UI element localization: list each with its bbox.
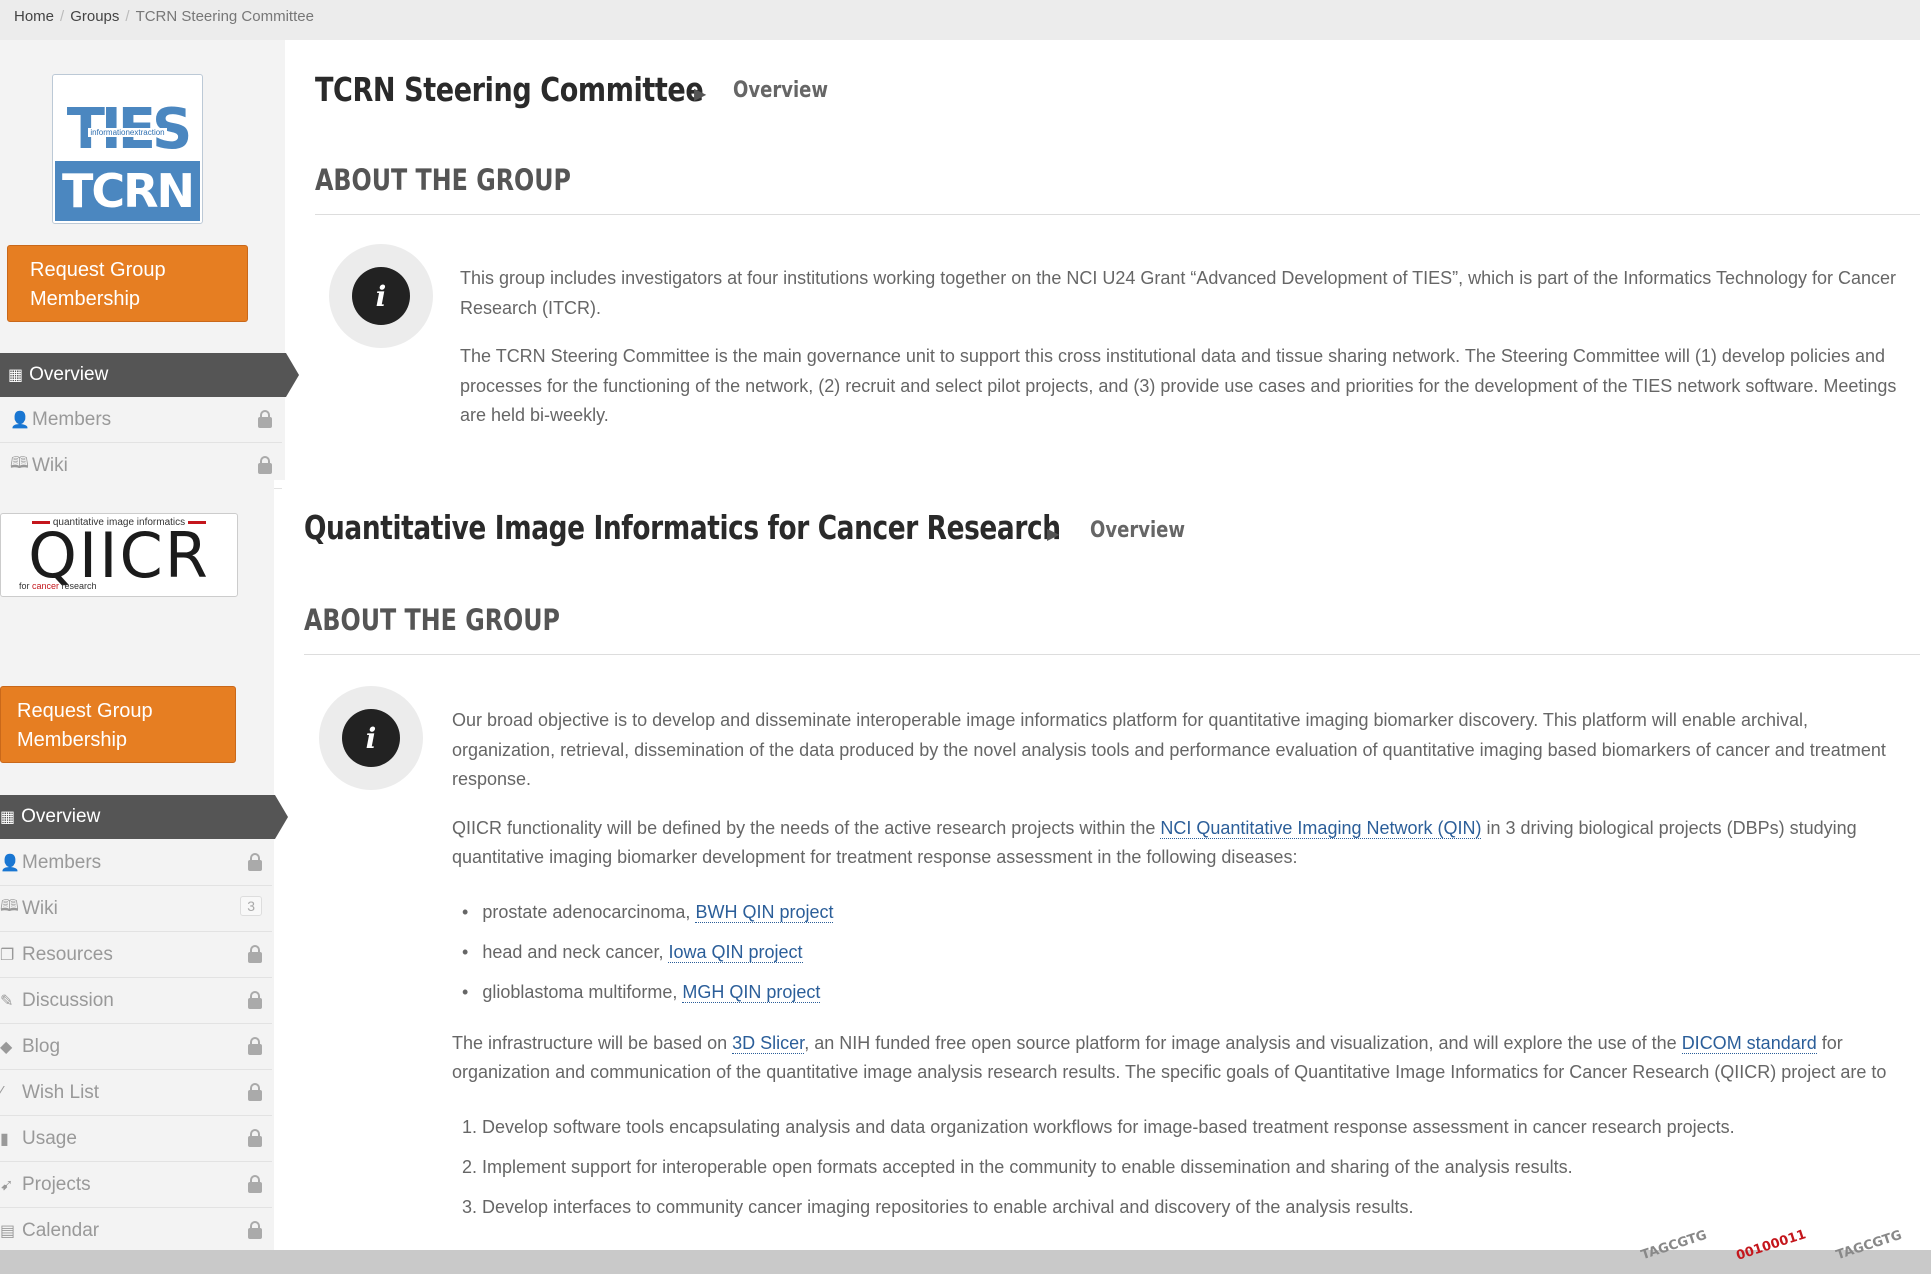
slicer-link[interactable]: 3D Slicer: [732, 1032, 805, 1054]
about-paragraph: Our broad objective is to develop and di…: [452, 710, 1886, 789]
about-text: Our broad objective is to develop and di…: [452, 706, 1912, 1227]
breadcrumb-separator: /: [60, 8, 65, 25]
dicom-link[interactable]: DICOM standard: [1681, 1032, 1817, 1054]
list-item: glioblastoma multiforme, MGH QIN project: [462, 972, 1912, 1012]
about-heading: ABOUT THE GROUP: [315, 163, 571, 197]
wiki-count-badge: 3: [240, 896, 262, 916]
iowa-qin-link[interactable]: Iowa QIN project: [668, 941, 803, 963]
lock-icon: [248, 1037, 262, 1055]
sidebar-item-label: Blog: [22, 1035, 61, 1057]
bar-chart-icon: ▮: [0, 1130, 9, 1148]
info-icon: i: [329, 244, 433, 348]
crumb-arrow-icon: ▶: [1047, 526, 1060, 543]
crumb-overview: Overview: [733, 78, 829, 103]
user-icon: 👤: [0, 854, 20, 872]
about-paragraph: This group includes investigators at fou…: [460, 268, 1897, 318]
mgh-qin-link[interactable]: MGH QIN project: [682, 981, 821, 1003]
sidebar-item-label: Usage: [22, 1127, 77, 1149]
sidebar-item-wiki[interactable]: 🕮 Wiki 3: [0, 886, 272, 932]
sidebar-item-label: Overview: [29, 364, 109, 385]
breadcrumb-separator: /: [125, 8, 130, 25]
divider: [315, 214, 1920, 215]
sidebar-item-overview[interactable]: ▦ Overview: [0, 795, 288, 839]
qiicr-logo: quantitative image informatics QIICR for…: [0, 513, 238, 597]
breadcrumb-current: TCRN Steering Committee: [135, 8, 314, 25]
lock-icon: [248, 991, 262, 1009]
list-item: head and neck cancer, Iowa QIN project: [462, 932, 1912, 972]
discussion-icon: ✎: [0, 992, 14, 1010]
sidebar-item-overview[interactable]: ▦ Overview: [0, 353, 299, 397]
sidebar-item-label: Projects: [22, 1173, 91, 1195]
qin-link[interactable]: NCI Quantitative Imaging Network (QIN): [1160, 817, 1482, 839]
list-item: 3. Develop interfaces to community cance…: [462, 1196, 1414, 1217]
disease-list: prostate adenocarcinoma, BWH QIN project…: [462, 892, 1912, 1012]
sidebar-item-members[interactable]: 👤 Members: [0, 397, 282, 443]
about-heading: ABOUT THE GROUP: [304, 603, 560, 637]
about-paragraph: QIICR functionality will be defined by t…: [452, 817, 1857, 867]
overview-grid-icon: ▦: [0, 809, 16, 826]
calendar-icon: ▤: [0, 1222, 16, 1240]
crumb-overview: Overview: [1090, 518, 1186, 543]
sidebar-item-label: Wiki: [32, 454, 68, 476]
lock-icon: [248, 1221, 262, 1239]
tcrn-logo: TIES informationextraction TCRN: [52, 74, 203, 224]
list-item: prostate adenocarcinoma, BWH QIN project: [462, 892, 1912, 932]
sidebar-item-label: Members: [32, 408, 112, 430]
sidebar-item-label: Resources: [22, 943, 113, 965]
logo-qiicr-text: QIICR: [28, 519, 210, 592]
sidebar-item-label: Wish List: [22, 1081, 100, 1103]
breadcrumb-groups[interactable]: Groups: [70, 8, 119, 25]
sidebar-item-label: Overview: [21, 806, 101, 827]
lock-icon: [248, 1083, 262, 1101]
about-paragraph: The TCRN Steering Committee is the main …: [460, 346, 1897, 425]
about-text: This group includes investigators at fou…: [460, 264, 1908, 450]
page-title: Quantitative Image Informatics for Cance…: [304, 508, 1061, 547]
lock-icon: [248, 1129, 262, 1147]
sidebar-item-projects[interactable]: ➹ Projects: [0, 1162, 272, 1208]
breadcrumb: Home / Groups / TCRN Steering Committee: [0, 0, 1920, 40]
sidebar-item-label: Members: [22, 851, 102, 873]
logo-ie-text: informationextraction: [88, 127, 167, 137]
sidebar-item-label: Calendar: [22, 1219, 100, 1241]
list-item: 1. Develop software tools encapsulating …: [462, 1116, 1735, 1137]
overview-grid-icon: ▦: [8, 367, 24, 384]
sidebar-item-wish-list[interactable]: ⁄ Wish List: [0, 1070, 272, 1116]
about-paragraph: The infrastructure will be based on 3D S…: [452, 1032, 1887, 1082]
wand-icon: ⁄: [0, 1083, 3, 1101]
lock-icon: [258, 456, 272, 474]
lock-icon: [248, 853, 262, 871]
book-icon: 🕮: [0, 898, 19, 915]
lock-icon: [248, 945, 262, 963]
sidebar-item-discussion[interactable]: ✎ Discussion: [0, 978, 272, 1024]
info-icon: i: [319, 686, 423, 790]
bwh-qin-link[interactable]: BWH QIN project: [695, 901, 834, 923]
sidebar-item-label: Discussion: [22, 989, 114, 1011]
lock-icon: [258, 410, 272, 428]
sidebar-item-usage[interactable]: ▮ Usage: [0, 1116, 272, 1162]
crumb-arrow-icon: ▶: [694, 86, 707, 103]
request-membership-button[interactable]: Request Group Membership: [7, 245, 248, 322]
sidebar-item-calendar[interactable]: ▤ Calendar: [0, 1208, 272, 1254]
sidebar-item-resources[interactable]: ❐ Resources: [0, 932, 272, 978]
sidebar-item-label: Wiki: [22, 897, 58, 919]
breadcrumb-home[interactable]: Home: [14, 8, 54, 25]
list-item: 2. Implement support for interoperable o…: [462, 1156, 1573, 1177]
logo-tcrn-text: TCRN: [55, 161, 200, 221]
page-title: TCRN Steering Committee: [315, 70, 704, 109]
sidebar-item-members[interactable]: 👤 Members: [0, 840, 272, 886]
goals-list: 1. Develop software tools encapsulating …: [462, 1107, 1912, 1227]
user-icon: 👤: [10, 411, 30, 429]
request-membership-button[interactable]: Request Group Membership: [0, 686, 236, 763]
pin-icon: ➹: [0, 1176, 14, 1194]
lock-icon: [248, 1175, 262, 1193]
sidebar-item-blog[interactable]: ◆ Blog: [0, 1024, 272, 1070]
blog-icon: ◆: [0, 1038, 13, 1056]
book-icon: 🕮: [10, 455, 29, 472]
resources-icon: ❐: [0, 946, 15, 964]
divider: [304, 654, 1920, 655]
